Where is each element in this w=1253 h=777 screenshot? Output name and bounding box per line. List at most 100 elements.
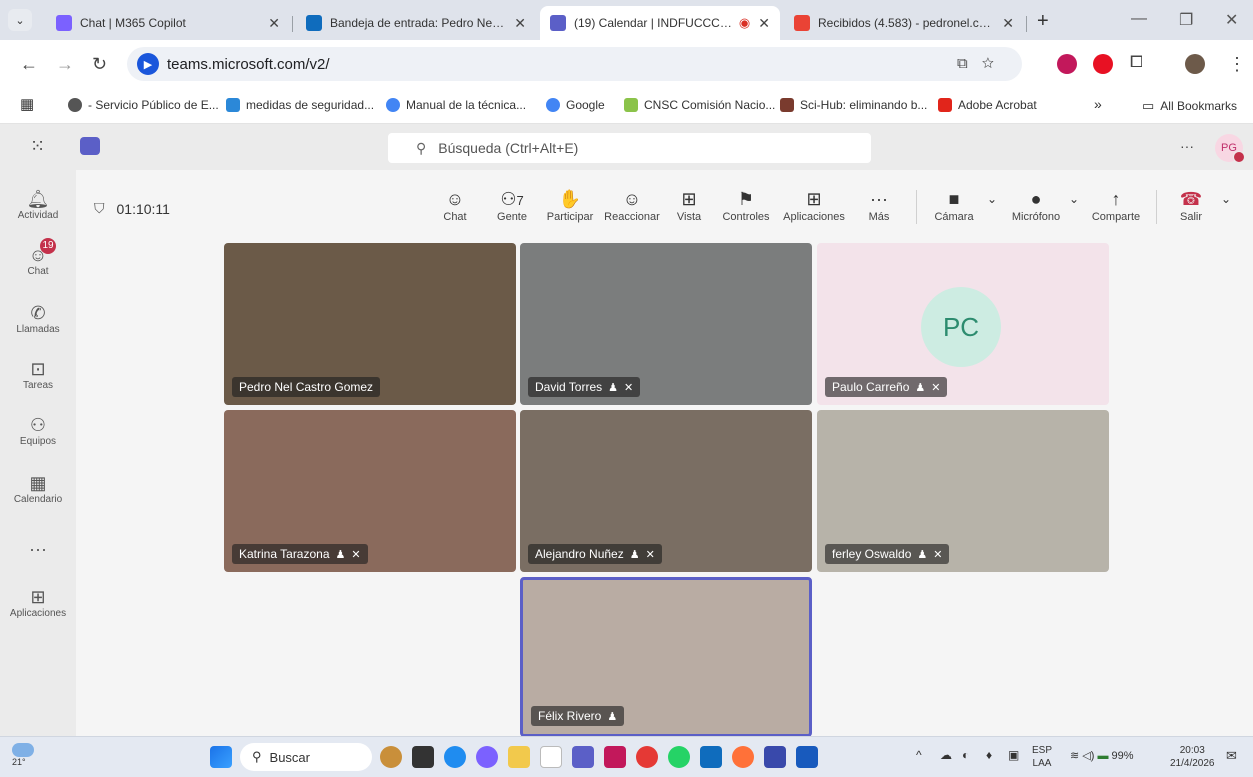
tray-screen-icon[interactable]: ▣ [1008, 749, 1019, 762]
copilot-icon[interactable] [476, 746, 498, 768]
rail-item-calls[interactable]: ✆ Llamadas [0, 302, 76, 335]
profile-avatar-icon[interactable] [1185, 54, 1205, 74]
controls-button[interactable]: ⚑ Controles [721, 187, 771, 223]
address-bar[interactable]: ▶ teams.microsoft.com/v2/ ⧉☆ [127, 47, 1022, 81]
user-avatar[interactable]: PG [1215, 134, 1245, 163]
microphone-options-chevron-icon[interactable]: ⌄ [1066, 187, 1082, 211]
notepad-icon[interactable] [540, 746, 562, 768]
search-input[interactable]: ⚲ Búsqueda (Ctrl+Alt+E) [388, 133, 871, 163]
widget-app-icon[interactable] [380, 746, 402, 768]
extensions-puzzle-icon[interactable]: ⧠ [1130, 54, 1143, 72]
browser-tab-gmail[interactable]: Recibidos (4.583) - pedronel.castr ✕ [784, 6, 1024, 40]
camera-button[interactable]: ■ Cámara [932, 187, 976, 223]
browser-menu-icon[interactable]: ⋮ [1228, 54, 1246, 75]
word-icon[interactable] [796, 746, 818, 768]
settings-more-button[interactable]: ··· [1180, 138, 1194, 154]
chat-button[interactable]: ☺ Chat [440, 187, 470, 223]
whatsapp-icon[interactable] [668, 746, 690, 768]
apps-button[interactable]: ⊞ Aplicaciones [780, 187, 848, 223]
close-tab-icon[interactable]: ✕ [268, 15, 280, 32]
rail-item-chat[interactable]: ☺ 19 Chat [0, 238, 76, 277]
extension-opera-icon[interactable] [1093, 54, 1113, 74]
view-button[interactable]: ⊞ Vista [674, 187, 704, 223]
rail-item-more[interactable]: ··· [0, 538, 76, 560]
tab-search-button[interactable]: ⌄ [8, 9, 32, 31]
raise-hand-button[interactable]: ✋ Participar [544, 187, 596, 223]
teams-app-icon[interactable] [572, 746, 594, 768]
bookmark-item[interactable]: Manual de la técnica... [386, 98, 526, 112]
browser-tab-copilot[interactable]: Chat | M365 Copilot ✕ [46, 6, 290, 40]
new-tab-button[interactable]: + [1037, 10, 1049, 33]
forward-icon[interactable]: → [56, 54, 74, 75]
firefox-icon[interactable] [732, 746, 754, 768]
mail-icon[interactable] [764, 746, 786, 768]
notifications-icon[interactable]: ✉ [1226, 749, 1237, 762]
apps-grid-icon[interactable]: ▦ [20, 95, 34, 113]
rail-item-activity[interactable]: 🔔︎ Actividad [0, 188, 76, 221]
clock[interactable]: 20:03 21/4/2026 [1170, 744, 1215, 770]
tray-overflow-icon[interactable]: ^ [916, 749, 922, 762]
more-button[interactable]: ··· Más [866, 187, 892, 223]
chat-bubble-icon: ☺ [445, 189, 465, 209]
participant-tile[interactable]: Alejandro Nuñez ♟ ✕ [520, 410, 812, 572]
participant-tile[interactable]: ferley Oswaldo ♟ ✕ [817, 410, 1109, 572]
microphone-button[interactable]: ● Micrófono [1008, 187, 1064, 223]
minimize-icon[interactable]: — [1131, 10, 1147, 28]
participant-tile[interactable]: Pedro Nel Castro Gomez [224, 243, 516, 405]
people-button[interactable]: ⚇7 Gente [494, 187, 530, 223]
extension-shield-icon[interactable] [1057, 54, 1077, 74]
rail-item-tasks[interactable]: ⊡ Tareas [0, 358, 76, 391]
back-icon[interactable]: ← [20, 54, 38, 75]
close-tab-icon[interactable]: ✕ [758, 15, 770, 32]
shield-app-icon[interactable] [604, 746, 626, 768]
rail-item-teams[interactable]: ⚇ Equipos [0, 414, 76, 447]
chrome-icon[interactable] [636, 746, 658, 768]
reload-icon[interactable]: ↻ [92, 54, 107, 75]
close-tab-icon[interactable]: ✕ [1002, 15, 1014, 32]
tray-mic-icon[interactable]: ♦ [986, 749, 992, 762]
edge-icon[interactable] [444, 746, 466, 768]
close-tab-icon[interactable]: ✕ [514, 15, 526, 32]
bookmark-star-icon[interactable]: ☆ [982, 55, 1008, 72]
browser-tab-strip: ⌄ Chat | M365 Copilot ✕ Bandeja de entra… [0, 0, 1253, 40]
browser-tab-outlook[interactable]: Bandeja de entrada: Pedro Nel Cas ✕ [296, 6, 536, 40]
camera-options-chevron-icon[interactable]: ⌄ [984, 187, 1000, 211]
people-icon: ⚇7 [500, 189, 524, 209]
tray-cloud-icon[interactable]: ☁ [940, 749, 952, 762]
tray-app-icon[interactable]: ◐ [962, 749, 969, 762]
file-explorer-icon[interactable] [508, 746, 530, 768]
mic-muted-icon: ✕ [351, 549, 361, 561]
browser-toolbar: ← → ↻ ▶ teams.microsoft.com/v2/ ⧉☆ ⧠ ⋮ [0, 40, 1253, 88]
network-volume-battery[interactable]: ≋ ◁) ▬ 99% [1070, 750, 1134, 763]
participant-tile[interactable]: Katrina Tarazona ♟ ✕ [224, 410, 516, 572]
bookmarks-overflow[interactable]: » [1094, 96, 1102, 112]
outlook-icon[interactable] [700, 746, 722, 768]
start-button[interactable] [210, 746, 232, 768]
participant-tile[interactable]: PC Paulo Carreño ♟ ✕ [817, 243, 1109, 405]
task-view-icon[interactable] [412, 746, 434, 768]
bookmark-item[interactable]: CNSC Comisión Nacio... [624, 98, 775, 112]
all-bookmarks[interactable]: ▭ All Bookmarks [1142, 98, 1237, 114]
participant-tile-active-speaker[interactable]: Félix Rivero ♟ [520, 577, 812, 737]
participant-tile[interactable]: David Torres ♟ ✕ [520, 243, 812, 405]
weather-widget[interactable]: 21° [12, 743, 34, 767]
cast-icon[interactable]: ⧉ [957, 55, 982, 72]
browser-tab-teams[interactable]: (19) Calendar | INDFUCCCION ◉ ✕ [540, 6, 780, 40]
bookmark-item[interactable]: Sci-Hub: eliminando b... [780, 98, 927, 112]
bookmark-item[interactable]: medidas de seguridad... [226, 98, 374, 112]
input-language[interactable]: ESP LAA [1032, 744, 1052, 770]
rail-item-calendar[interactable]: ▦ Calendario [0, 472, 76, 505]
share-button[interactable]: ↑ Comparte [1090, 187, 1142, 223]
react-button[interactable]: ☺ Reaccionar [601, 187, 663, 223]
leave-options-chevron-icon[interactable]: ⌄ [1218, 187, 1234, 211]
bookmark-item[interactable]: Google [546, 98, 605, 112]
site-info-icon[interactable]: ▶ [137, 53, 159, 75]
bookmark-item[interactable]: - Servicio Público de E... [68, 98, 219, 112]
app-launcher-icon[interactable]: ⁙ [30, 136, 45, 157]
window-close-icon[interactable]: ✕ [1225, 10, 1238, 30]
taskbar-search[interactable]: ⚲ Buscar [240, 743, 372, 771]
leave-button[interactable]: ☎ Salir [1174, 187, 1208, 223]
restore-icon[interactable]: ❐ [1179, 10, 1193, 30]
rail-item-apps[interactable]: ⊞ Aplicaciones [0, 586, 76, 619]
bookmark-item[interactable]: Adobe Acrobat [938, 98, 1037, 112]
